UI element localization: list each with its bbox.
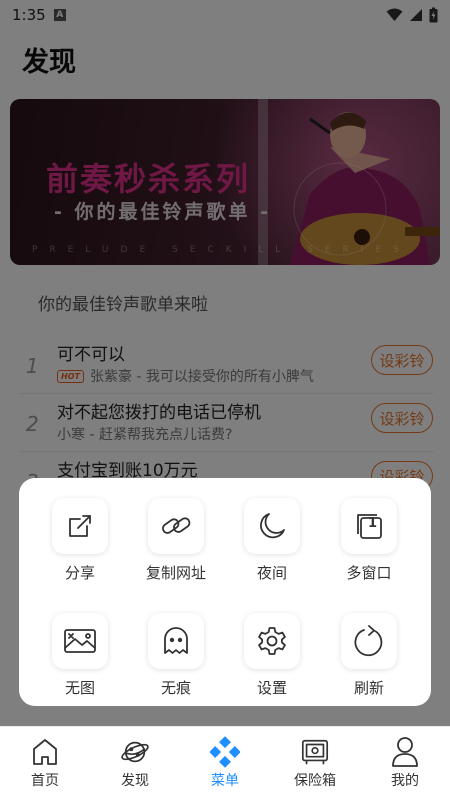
nav-label: 菜单: [211, 773, 239, 789]
menu-diamond-icon: [210, 736, 240, 768]
multi-window-icon: 1: [341, 498, 397, 554]
menu-item-refresh[interactable]: 刷新: [324, 613, 414, 713]
menu-label: 无痕: [160, 679, 191, 697]
menu-item-settings[interactable]: 设置: [227, 613, 317, 713]
menu-label: 设置: [256, 679, 287, 697]
menu-label: 刷新: [353, 679, 384, 697]
gear-icon: [244, 613, 300, 669]
nav-label: 首页: [31, 773, 59, 789]
menu-sheet: 分享 复制网址 夜间 1 多窗口 无图 无痕 设置 刷新: [19, 478, 431, 706]
window-count: 1: [368, 516, 378, 531]
home-icon: [30, 737, 60, 767]
menu-item-incognito[interactable]: 无痕: [131, 613, 221, 713]
safe-icon: [300, 737, 330, 767]
menu-label: 夜间: [256, 564, 287, 582]
nav-item-safe[interactable]: 保险箱: [270, 727, 360, 801]
menu-label: 复制网址: [145, 564, 206, 582]
menu-item-multi-window[interactable]: 1 多窗口: [324, 498, 414, 598]
nav-label: 我的: [391, 773, 419, 789]
menu-item-no-image[interactable]: 无图: [35, 613, 125, 713]
nav-item-discover[interactable]: 发现: [90, 727, 180, 801]
nav-item-menu[interactable]: 菜单: [180, 727, 270, 801]
share-icon: [52, 498, 108, 554]
menu-label: 无图: [64, 679, 95, 697]
nav-label: 发现: [121, 773, 149, 789]
bottom-nav: 首页 发现 菜单 保险箱 我的: [0, 726, 450, 801]
ghost-icon: [148, 613, 204, 669]
menu-item-night-mode[interactable]: 夜间: [227, 498, 317, 598]
menu-item-copy-url[interactable]: 复制网址: [131, 498, 221, 598]
nav-item-home[interactable]: 首页: [0, 727, 90, 801]
moon-icon: [244, 498, 300, 554]
planet-icon: [120, 737, 150, 767]
nav-label: 保险箱: [294, 773, 336, 789]
menu-item-share[interactable]: 分享: [35, 498, 125, 598]
menu-label: 多窗口: [346, 564, 392, 582]
menu-label: 分享: [64, 564, 95, 582]
nav-item-profile[interactable]: 我的: [360, 727, 450, 801]
link-icon: [148, 498, 204, 554]
user-icon: [390, 737, 420, 767]
no-image-icon: [52, 613, 108, 669]
refresh-icon: [341, 613, 397, 669]
